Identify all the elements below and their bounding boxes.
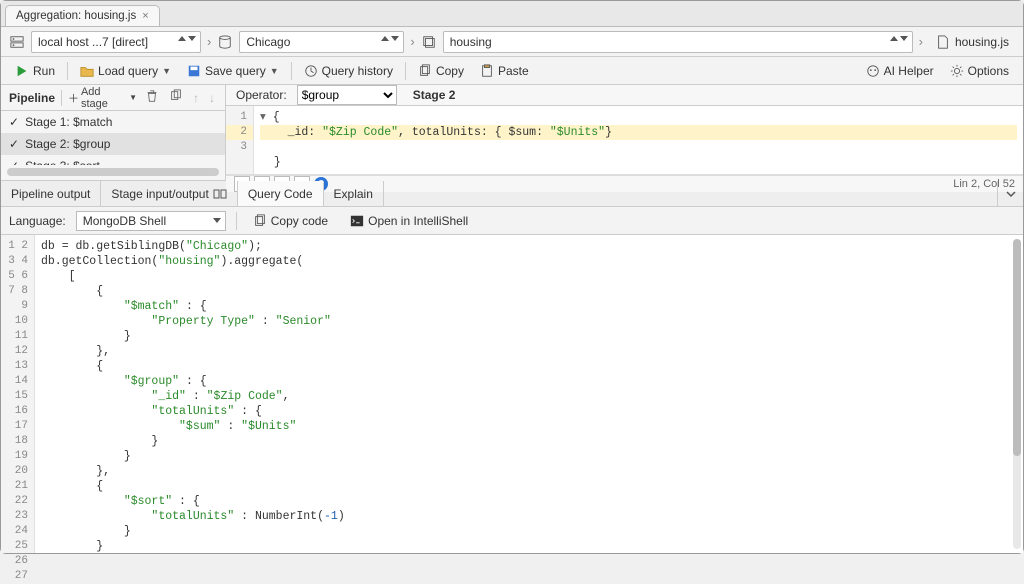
- query-code-toolbar: Language: MongoDB Shell Copy code Open i…: [1, 207, 1023, 235]
- tab-query-code[interactable]: Query Code: [238, 181, 324, 206]
- check-icon: ✓: [9, 137, 19, 151]
- language-select[interactable]: MongoDB Shell: [76, 211, 226, 231]
- close-icon[interactable]: ×: [142, 10, 148, 22]
- open-intellishell-button[interactable]: Open in IntelliShell: [344, 212, 474, 230]
- gutter: 1 2 3: [226, 106, 254, 174]
- history-label: Query history: [322, 64, 393, 78]
- stage-row[interactable]: ✓ Stage 3: $sort: [1, 155, 225, 165]
- save-query-button[interactable]: Save query ▼: [181, 62, 285, 80]
- duplicate-stage-icon[interactable]: [167, 89, 185, 106]
- operator-select[interactable]: $group: [297, 85, 397, 105]
- gutter: 1 2 3 4 5 6 7 8 9 10 11 12 13 14 15 16 1…: [1, 235, 35, 553]
- move-down-icon[interactable]: ↓: [207, 91, 217, 105]
- collection-value: housing: [450, 35, 492, 49]
- stage-editor[interactable]: 1 2 3 ▾ { _id: "$Zip Code", totalUnits: …: [226, 106, 1023, 175]
- breadcrumb: local host ...7 [direct] › Chicago › hou…: [1, 27, 1023, 57]
- chevron-right-icon: ›: [207, 34, 211, 49]
- copy-button[interactable]: Copy: [412, 62, 470, 80]
- stage-name: Stage 2: [413, 88, 456, 102]
- paste-button[interactable]: Paste: [474, 62, 535, 80]
- stage-label: Stage 3: $sort: [25, 159, 100, 165]
- horizontal-scrollbar[interactable]: [7, 168, 219, 176]
- stage-label: Stage 1: $match: [25, 115, 112, 129]
- tab-explain[interactable]: Explain: [324, 181, 384, 206]
- stage-pane: Operator: $group Stage 2 1 2 3 ▾ { _id: …: [226, 85, 1023, 180]
- options-button[interactable]: Options: [944, 62, 1015, 80]
- vertical-scrollbar[interactable]: [1013, 239, 1021, 549]
- copy-label: Copy: [436, 64, 464, 78]
- query-code-editor[interactable]: 1 2 3 4 5 6 7 8 9 10 11 12 13 14 15 16 1…: [1, 235, 1023, 553]
- caret-down-icon: ▼: [162, 66, 171, 76]
- tab-pipeline-output[interactable]: Pipeline output: [1, 181, 101, 206]
- tab-stage-io[interactable]: Stage input/output: [101, 181, 237, 206]
- tab-title: Aggregation: housing.js: [16, 10, 136, 22]
- pipeline-area: Pipeline ＋ Add stage ▼ ↑ ↓ ✓ Stage 1: $m…: [1, 85, 1023, 181]
- ai-helper-button[interactable]: AI Helper: [860, 62, 940, 80]
- operator-label: Operator:: [236, 88, 287, 102]
- check-icon: ✓: [9, 115, 19, 129]
- language-label: Language:: [9, 214, 66, 228]
- stage-header: Operator: $group Stage 2: [226, 85, 1023, 106]
- add-stage-button[interactable]: ＋ Add stage ▼: [68, 86, 137, 110]
- chevron-right-icon: ›: [410, 34, 414, 49]
- database-value: Chicago: [246, 35, 290, 49]
- output-tabs: Pipeline output Stage input/output Query…: [1, 181, 1023, 207]
- file-crumb: housing.js: [929, 34, 1015, 50]
- options-label: Options: [968, 64, 1009, 78]
- document-tab[interactable]: Aggregation: housing.js ×: [5, 5, 160, 26]
- code-content[interactable]: db = db.getSiblingDB("Chicago"); db.getC…: [35, 235, 1023, 553]
- run-label: Run: [33, 64, 55, 78]
- ai-label: AI Helper: [884, 64, 934, 78]
- paste-label: Paste: [498, 64, 529, 78]
- file-name: housing.js: [955, 35, 1009, 49]
- connection-value: local host ...7 [direct]: [38, 35, 148, 49]
- database-select[interactable]: Chicago: [239, 31, 404, 53]
- collapse-panel-icon[interactable]: [997, 181, 1023, 206]
- file-icon: [935, 34, 951, 50]
- copy-code-button[interactable]: Copy code: [247, 212, 334, 230]
- check-icon: ✓: [9, 159, 19, 165]
- connection-select[interactable]: local host ...7 [direct]: [31, 31, 201, 53]
- stage-code[interactable]: ▾ { _id: "$Zip Code", totalUnits: { $sum…: [254, 106, 1023, 174]
- stage-label: Stage 2: $group: [25, 137, 110, 151]
- chevron-right-icon: ›: [919, 34, 923, 49]
- load-query-button[interactable]: Load query ▼: [74, 62, 177, 80]
- delete-stage-icon[interactable]: [143, 89, 161, 106]
- run-button[interactable]: Run: [9, 62, 61, 80]
- pipeline-list: ✓ Stage 1: $match ✓ Stage 2: $group ✓ St…: [1, 111, 225, 165]
- collection-select[interactable]: housing: [443, 31, 913, 53]
- caret-down-icon: ▼: [270, 66, 279, 76]
- pipeline-header: Pipeline ＋ Add stage ▼ ↑ ↓: [1, 85, 225, 111]
- query-history-button[interactable]: Query history: [298, 62, 399, 80]
- main-toolbar: Run Load query ▼ Save query ▼ Query hist…: [1, 57, 1023, 85]
- pipeline-title: Pipeline: [9, 91, 55, 105]
- io-icon: [213, 188, 227, 200]
- server-icon: [9, 34, 25, 50]
- save-label: Save query: [205, 64, 266, 78]
- stage-row[interactable]: ✓ Stage 2: $group: [1, 133, 225, 155]
- database-icon: [217, 34, 233, 50]
- stage-row[interactable]: ✓ Stage 1: $match: [1, 111, 225, 133]
- document-tabbar: Aggregation: housing.js ×: [1, 1, 1023, 27]
- move-up-icon[interactable]: ↑: [191, 91, 201, 105]
- pipeline-pane: Pipeline ＋ Add stage ▼ ↑ ↓ ✓ Stage 1: $m…: [1, 85, 226, 180]
- collection-icon: [421, 34, 437, 50]
- load-label: Load query: [98, 64, 158, 78]
